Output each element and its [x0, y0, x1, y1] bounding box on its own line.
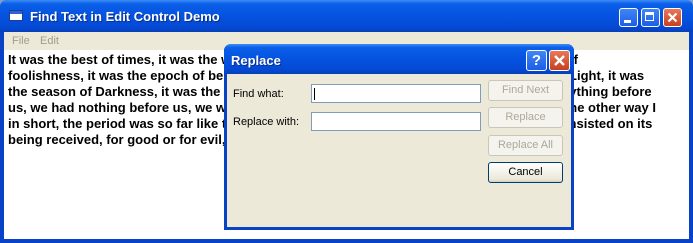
- replace-with-label: Replace with:: [233, 116, 300, 128]
- close-icon: [554, 55, 565, 66]
- dialog-close-button[interactable]: [549, 50, 570, 71]
- dialog-title-bar[interactable]: Replace ?: [224, 44, 574, 74]
- replace-button[interactable]: Replace: [488, 107, 563, 128]
- find-what-label: Find what:: [233, 88, 284, 100]
- window-title: Find Text in Edit Control Demo: [30, 9, 220, 24]
- text-caret: [314, 88, 315, 100]
- help-button[interactable]: ?: [526, 50, 547, 71]
- find-next-button[interactable]: Find Next: [488, 80, 563, 101]
- maximize-button[interactable]: [641, 8, 660, 27]
- replace-dialog: Replace ? Find what: Replace with: Find …: [224, 44, 574, 230]
- menu-file[interactable]: File: [12, 35, 30, 47]
- find-what-input[interactable]: [311, 84, 481, 103]
- title-bar[interactable]: Find Text in Edit Control Demo: [0, 0, 693, 32]
- replace-with-input[interactable]: [311, 112, 481, 131]
- app-window-icon[interactable]: [9, 10, 23, 21]
- dialog-title: Replace: [231, 53, 281, 68]
- dialog-body: Find what: Replace with: Find Next Repla…: [227, 74, 571, 227]
- close-icon: [667, 12, 678, 23]
- menu-edit[interactable]: Edit: [40, 35, 59, 47]
- replace-all-button[interactable]: Replace All: [488, 135, 563, 156]
- close-button[interactable]: [663, 8, 682, 27]
- cancel-button[interactable]: Cancel: [488, 162, 563, 183]
- minimize-button[interactable]: [619, 8, 638, 27]
